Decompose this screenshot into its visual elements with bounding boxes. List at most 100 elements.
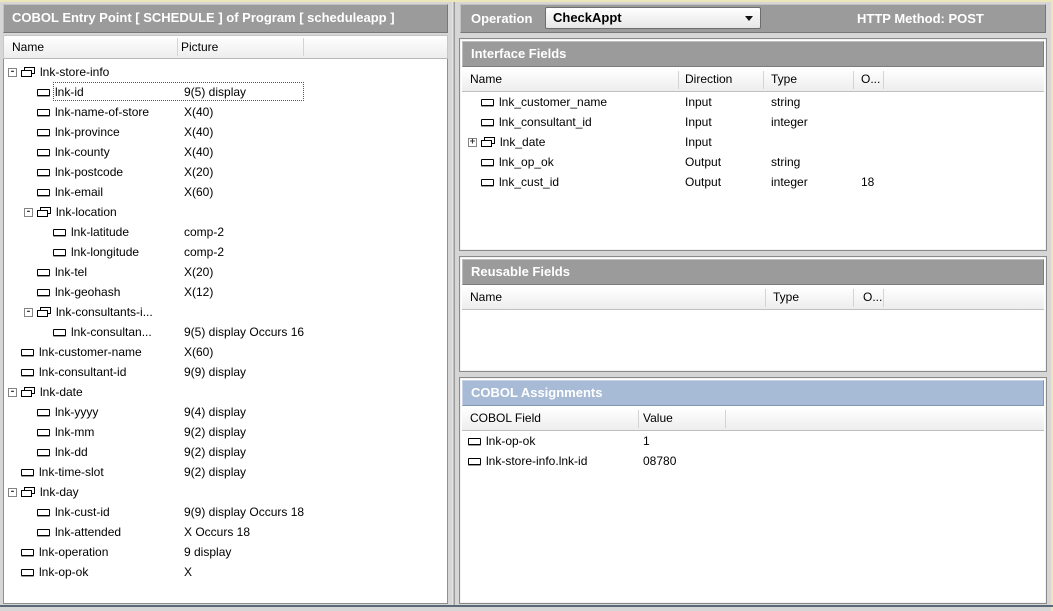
column-header-type[interactable]: Type xyxy=(771,69,797,90)
collapse-toggle[interactable]: - xyxy=(24,208,33,217)
column-header-name[interactable]: Name xyxy=(470,69,502,90)
column-header-picture[interactable]: Picture xyxy=(181,36,218,58)
column-header-name[interactable]: Name xyxy=(470,287,502,308)
field-name: lnk-postcode xyxy=(55,165,127,179)
tree-row[interactable]: lnk-consultant-id9(9) display xyxy=(4,362,447,382)
field-picture: 9(5) display Occurs 16 xyxy=(184,322,304,342)
table-row[interactable]: lnk-op-ok1 xyxy=(462,431,1044,451)
field-picture: comp-2 xyxy=(184,222,224,242)
tree-row[interactable]: lnk-customer-nameX(60) xyxy=(4,342,447,362)
column-separator[interactable] xyxy=(853,71,854,89)
column-header-direction[interactable]: Direction xyxy=(685,69,732,90)
tree-row[interactable]: lnk-op-okX xyxy=(4,562,447,582)
column-header-value[interactable]: Value xyxy=(643,408,673,429)
field-icon xyxy=(21,369,34,376)
tree-row[interactable]: -lnk-store-info xyxy=(4,62,447,82)
field-picture: 9(9) display Occurs 18 xyxy=(184,502,304,522)
tree-row[interactable]: lnk-name-of-storeX(40) xyxy=(4,102,447,122)
column-header-occurs[interactable]: O... xyxy=(863,287,882,308)
tree-row[interactable]: - lnk-consultants-i... xyxy=(4,302,447,322)
table-row[interactable]: lnk_customer_nameInputstring xyxy=(462,92,1044,112)
collapse-toggle[interactable]: - xyxy=(24,308,33,317)
selection-outline xyxy=(53,82,304,101)
table-row[interactable]: lnk-store-info.lnk-id08780 xyxy=(462,451,1044,471)
assignment-field: lnk-op-ok xyxy=(486,434,535,448)
operation-panel: Operation CheckAppt HTTP Method: POST In… xyxy=(457,0,1051,611)
field-picture: 9(4) display xyxy=(184,402,246,422)
table-row[interactable]: lnk_consultant_idInputinteger xyxy=(462,112,1044,132)
field-name: lnk-county xyxy=(55,145,114,159)
tree-row[interactable]: lnk-provinceX(40) xyxy=(4,122,447,142)
cobol-assignments-column-header: COBOL Field Value xyxy=(462,408,1044,431)
tree-row[interactable]: -lnk-day xyxy=(4,482,447,502)
struct-icon xyxy=(37,207,52,218)
tree-row[interactable]: lnk-yyyy9(4) display xyxy=(4,402,447,422)
tree-row[interactable]: lnk-consultan...9(5) display Occurs 16 xyxy=(4,322,447,342)
column-separator[interactable] xyxy=(765,289,766,307)
field-name: lnk-mm xyxy=(55,425,98,439)
operation-dropdown[interactable]: CheckAppt xyxy=(545,7,761,29)
column-header-occurs[interactable]: O... xyxy=(861,69,880,90)
tree-row[interactable]: lnk-postcodeX(20) xyxy=(4,162,447,182)
interface-fields-section: Interface Fields Name Direction Type O..… xyxy=(459,38,1047,251)
column-header-cobol-field[interactable]: COBOL Field xyxy=(470,408,541,429)
field-picture: comp-2 xyxy=(184,242,224,262)
field-icon xyxy=(53,229,66,236)
column-separator[interactable] xyxy=(678,71,679,89)
field-name: lnk-dd xyxy=(55,445,92,459)
cobol-entry-point-panel: COBOL Entry Point [ SCHEDULE ] of Progra… xyxy=(3,4,448,604)
tree-row[interactable]: lnk-emailX(60) xyxy=(4,182,447,202)
collapse-toggle[interactable]: - xyxy=(8,388,17,397)
column-separator[interactable] xyxy=(763,71,764,89)
field-icon xyxy=(481,159,494,166)
collapse-toggle[interactable]: - xyxy=(8,68,17,77)
column-separator[interactable] xyxy=(177,38,178,56)
tree-row[interactable]: -lnk-date xyxy=(4,382,447,402)
tree-row[interactable]: -lnk-location xyxy=(4,202,447,222)
field-direction: Input xyxy=(685,92,712,112)
field-icon xyxy=(481,179,494,186)
tree-row[interactable]: lnk-attendedX Occurs 18 xyxy=(4,522,447,542)
collapse-toggle[interactable]: - xyxy=(8,488,17,497)
field-picture: X Occurs 18 xyxy=(184,522,250,542)
field-picture: X(40) xyxy=(184,142,213,162)
field-picture: X(12) xyxy=(184,282,213,302)
field-picture: 9(2) display xyxy=(184,462,246,482)
field-name: lnk-consultants-i... xyxy=(56,305,157,319)
column-header-type[interactable]: Type xyxy=(773,287,799,308)
field-name: lnk-province xyxy=(55,125,124,139)
table-row[interactable]: lnk_op_okOutputstring xyxy=(462,152,1044,172)
tree-row[interactable]: lnk-county X(40) xyxy=(4,142,447,162)
tree-row[interactable]: lnk-telX(20) xyxy=(4,262,447,282)
field-icon xyxy=(37,169,50,176)
column-separator[interactable] xyxy=(303,38,304,56)
field-name: lnk-time-slot xyxy=(39,465,108,479)
tree-row[interactable]: lnk-id9(5) display xyxy=(4,82,447,102)
table-row[interactable]: lnk_cust_idOutputinteger18 xyxy=(462,172,1044,192)
column-separator[interactable] xyxy=(883,289,884,307)
column-separator[interactable] xyxy=(853,289,854,307)
column-separator[interactable] xyxy=(725,410,726,428)
field-icon xyxy=(37,409,50,416)
struct-icon xyxy=(37,307,52,318)
column-header-name[interactable]: Name xyxy=(12,36,44,58)
field-type: integer xyxy=(771,172,808,192)
tree-row[interactable]: lnk-dd9(2) display xyxy=(4,442,447,462)
tree-row[interactable]: lnk-cust-id9(9) display Occurs 18 xyxy=(4,502,447,522)
field-picture: X(40) xyxy=(184,102,213,122)
expand-toggle[interactable]: + xyxy=(468,138,477,147)
tree-row[interactable]: lnk-geohashX(12) xyxy=(4,282,447,302)
panel-splitter[interactable] xyxy=(452,2,455,605)
column-separator[interactable] xyxy=(638,410,639,428)
field-name: lnk-id xyxy=(55,85,88,99)
tree-row[interactable]: lnk-mm9(2) display xyxy=(4,422,447,442)
field-picture: X xyxy=(184,562,192,582)
column-separator[interactable] xyxy=(883,71,884,89)
field-name: lnk-tel xyxy=(55,265,91,279)
field-icon xyxy=(37,149,50,156)
tree-row[interactable]: lnk-latitudecomp-2 xyxy=(4,222,447,242)
tree-row[interactable]: lnk-time-slot 9(2) display xyxy=(4,462,447,482)
tree-row[interactable]: lnk-operation9 display xyxy=(4,542,447,562)
table-row[interactable]: +lnk_dateInput xyxy=(462,132,1044,152)
tree-row[interactable]: lnk-longitudecomp-2 xyxy=(4,242,447,262)
